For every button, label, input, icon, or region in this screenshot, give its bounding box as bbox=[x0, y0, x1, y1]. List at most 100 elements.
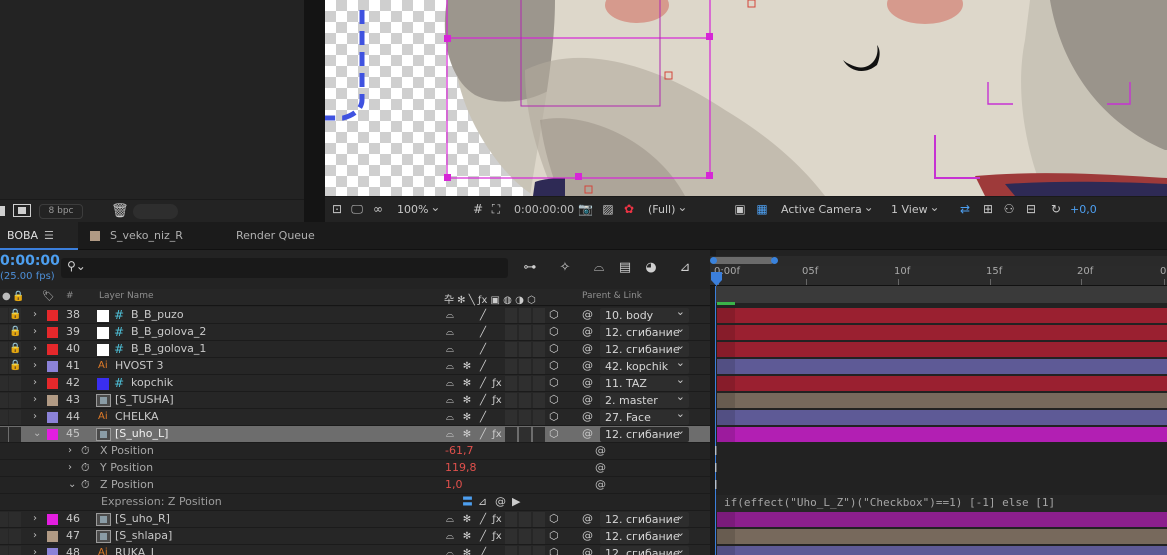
view-layout-dropdown[interactable]: 1 View bbox=[891, 198, 939, 219]
switch-slot[interactable] bbox=[505, 308, 517, 323]
effects-switch-icon[interactable] bbox=[491, 308, 503, 323]
pickwhip-icon[interactable]: @ bbox=[582, 375, 593, 392]
3d-layer-icon[interactable]: ⬡ bbox=[549, 341, 559, 358]
expression-pickwhip-icon[interactable]: @ bbox=[495, 494, 506, 511]
layer-name[interactable]: B_B_golova_2 bbox=[131, 324, 206, 341]
camera-dropdown[interactable]: Active Camera bbox=[781, 198, 873, 219]
layer-name[interactable]: HVOST 3 bbox=[115, 358, 163, 375]
layer-name[interactable]: [S_uho_L] bbox=[115, 426, 168, 443]
quality-switch-icon[interactable]: ╱ bbox=[477, 410, 489, 425]
property-value[interactable]: 119,8 bbox=[445, 460, 477, 477]
interpret-footage-icon[interactable] bbox=[0, 206, 5, 216]
lock-switch[interactable] bbox=[9, 546, 21, 555]
panel-divider[interactable] bbox=[304, 0, 325, 222]
av-switch[interactable] bbox=[0, 393, 8, 408]
composition-mini-flowchart-icon[interactable]: ⊶ bbox=[521, 259, 539, 277]
switch-slot[interactable] bbox=[505, 410, 517, 425]
shy-switch-icon[interactable]: ⌓ bbox=[444, 410, 456, 425]
property-row[interactable]: › ⏱ X Position -61,7 @ bbox=[0, 443, 710, 460]
layer-row[interactable]: ⌄ 45 [S_uho_L] ⌓ ✻ ╱ ƒx ⬡ @12. сгибание bbox=[0, 423, 710, 443]
twirl-arrow-icon[interactable]: › bbox=[33, 409, 37, 426]
lock-switch[interactable] bbox=[9, 376, 21, 391]
switch-slot[interactable] bbox=[505, 546, 517, 555]
quality-switch-icon[interactable]: ╱ bbox=[477, 546, 489, 555]
shy-switch-icon[interactable]: ⌓ bbox=[444, 512, 456, 527]
layer-name[interactable]: B_B_puzo bbox=[131, 307, 184, 324]
bar-in-point[interactable] bbox=[717, 308, 735, 323]
expression-pickwhip-icon[interactable]: @ bbox=[595, 477, 606, 494]
av-switch[interactable] bbox=[0, 546, 8, 555]
new-composition-icon[interactable] bbox=[13, 204, 31, 217]
collapse-switch-icon[interactable]: ✻ bbox=[461, 359, 473, 374]
panel-menu-icon[interactable]: ☰ bbox=[44, 222, 54, 250]
property-row[interactable]: › ⏱ Y Position 119,8 @ bbox=[0, 460, 710, 477]
pickwhip-icon[interactable]: @ bbox=[582, 528, 593, 545]
number-column[interactable]: # bbox=[66, 291, 74, 301]
twirl-arrow-icon[interactable]: › bbox=[33, 392, 37, 409]
layer-name[interactable]: [S_TUSHA] bbox=[115, 392, 174, 409]
zoom-dropdown[interactable]: 100% bbox=[397, 198, 441, 219]
shy-switch-icon[interactable]: ⌓ bbox=[444, 393, 456, 408]
twirl-arrow-icon[interactable]: › bbox=[33, 341, 37, 358]
switch-slot[interactable] bbox=[519, 512, 531, 527]
work-area-end-handle[interactable] bbox=[771, 257, 778, 264]
layer-row[interactable]: 🔒 › 41 Ai HVOST 3 ⌓ ✻ ╱ ⬡ @42. kopchik bbox=[0, 355, 710, 375]
switch-slot[interactable] bbox=[533, 342, 545, 357]
av-features-icon[interactable]: ● bbox=[2, 291, 11, 302]
twirl-arrow-icon[interactable]: › bbox=[33, 324, 37, 341]
3d-layer-icon[interactable]: ⬡ bbox=[549, 511, 559, 528]
switch-slot[interactable] bbox=[519, 308, 531, 323]
viewer-timecode[interactable]: 0:00:00:00 bbox=[514, 201, 574, 219]
color-channels-icon[interactable]: ✿ bbox=[622, 202, 636, 216]
effects-switch-icon[interactable] bbox=[491, 546, 503, 555]
switch-slot[interactable] bbox=[505, 393, 517, 408]
shy-switch-icon[interactable]: ⌓ bbox=[444, 342, 456, 357]
stopwatch-icon[interactable]: ⏱ bbox=[81, 460, 90, 477]
switch-slot[interactable] bbox=[533, 393, 545, 408]
3d-layer-icon[interactable]: ⬡ bbox=[549, 375, 559, 392]
switch-slot[interactable] bbox=[533, 546, 545, 555]
stopwatch-icon[interactable]: ⏱ bbox=[81, 443, 90, 460]
bar-in-point[interactable] bbox=[717, 325, 735, 340]
bar-in-point[interactable] bbox=[717, 546, 735, 555]
layer-duration-bar[interactable] bbox=[717, 410, 1167, 425]
av-switch[interactable] bbox=[0, 410, 8, 425]
av-switch[interactable] bbox=[0, 529, 8, 544]
parent-dropdown[interactable]: 12. сгибание bbox=[600, 423, 689, 442]
monitor-icon[interactable]: 🖵 bbox=[350, 202, 364, 216]
quality-switch-icon[interactable]: ╱ bbox=[477, 376, 489, 391]
layer-row[interactable]: › 42 # kopchik ⌓ ✻ ╱ ƒx ⬡ @11. TAZ bbox=[0, 372, 710, 392]
layer-name[interactable]: B_B_golova_1 bbox=[131, 341, 206, 358]
av-switch[interactable] bbox=[0, 427, 8, 442]
label-color[interactable] bbox=[47, 378, 58, 389]
effects-switch-icon[interactable] bbox=[491, 325, 503, 340]
expression-enable-icon[interactable]: 〓 bbox=[462, 494, 473, 511]
graph-editor-icon[interactable]: ⊿ bbox=[676, 259, 694, 277]
quality-switch-icon[interactable]: ╱ bbox=[477, 325, 489, 340]
lock-switch[interactable] bbox=[9, 410, 21, 425]
twirl-arrow-icon[interactable]: › bbox=[33, 528, 37, 545]
pickwhip-icon[interactable]: @ bbox=[582, 341, 593, 358]
layer-duration-bar[interactable] bbox=[717, 308, 1167, 323]
3d-renderer-icon[interactable]: ⊞ bbox=[981, 202, 995, 216]
lock-icon[interactable]: 🔒 bbox=[9, 341, 21, 358]
property-value[interactable]: 1,0 bbox=[445, 477, 463, 494]
collapse-switch-icon[interactable]: ✻ bbox=[461, 529, 473, 544]
shy-switch-icon[interactable]: ⌓ bbox=[444, 427, 456, 442]
label-color[interactable] bbox=[47, 395, 58, 406]
thumbnail-slider[interactable] bbox=[133, 204, 178, 219]
shy-switch-icon[interactable]: ⌓ bbox=[444, 546, 456, 555]
pickwhip-icon[interactable]: @ bbox=[582, 307, 593, 324]
quality-switch-icon[interactable]: ╱ bbox=[477, 359, 489, 374]
layer-row[interactable]: 🔒 › 38 # B_B_puzo ⌓ ╱ ⬡ @10. body bbox=[0, 304, 710, 324]
current-time[interactable]: 0:00:00 bbox=[0, 253, 60, 269]
layer-row[interactable]: › 44 Ai CHELKA ⌓ ✻ ╱ ⬡ @27. Face bbox=[0, 406, 710, 426]
switch-slot[interactable] bbox=[505, 427, 517, 442]
effects-switch-icon[interactable]: ƒx bbox=[491, 376, 503, 391]
quality-switch-icon[interactable]: ╱ bbox=[477, 342, 489, 357]
pickwhip-icon[interactable]: @ bbox=[582, 545, 593, 555]
resolution-dropdown[interactable]: (Full) bbox=[648, 198, 688, 219]
lock-icon[interactable]: 🔒 bbox=[9, 324, 21, 341]
layer-duration-bar[interactable] bbox=[717, 512, 1167, 527]
motion-blur-icon[interactable]: ◕ bbox=[642, 259, 660, 277]
